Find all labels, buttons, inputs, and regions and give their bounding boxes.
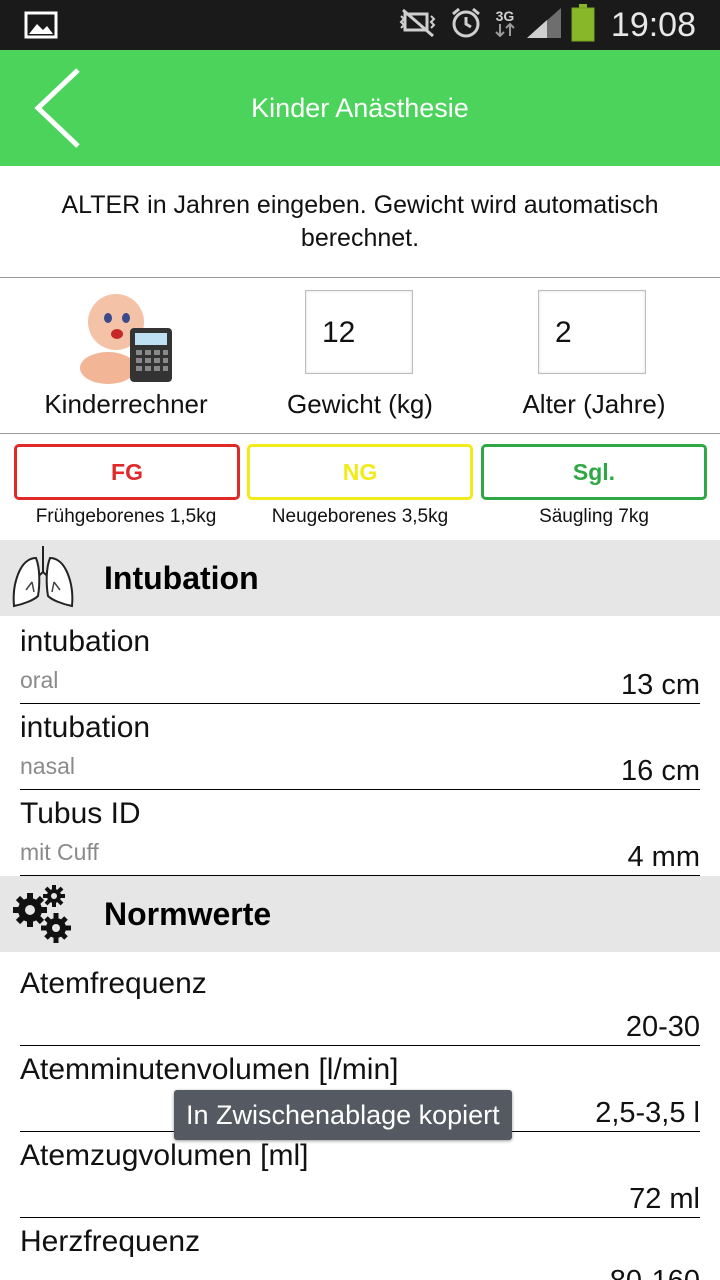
gallery-icon <box>24 11 58 44</box>
row-value: 16 cm <box>621 755 700 787</box>
instruction-text: ALTER in Jahren eingeben. Gewicht wird a… <box>0 166 720 278</box>
preset-fg-button[interactable]: FG <box>14 444 240 500</box>
signal-icon <box>526 7 561 43</box>
preset-ng-button[interactable]: NG <box>247 444 473 500</box>
list-item[interactable]: intubation oral 13 cm <box>20 617 700 704</box>
list-item[interactable]: Tubus ID mit Cuff 4 mm <box>20 789 700 876</box>
weight-column: 12 Gewicht (kg) <box>252 278 468 434</box>
app-bar: Kinder Anästhesie <box>0 50 720 166</box>
section-header-intubation: Intubation <box>0 540 720 616</box>
silent-icon <box>399 8 439 43</box>
row-value: 80-160 <box>610 1265 700 1280</box>
battery-icon <box>571 3 595 47</box>
calculator-label: Kinderrechner <box>44 389 208 419</box>
section-title-intubation: Intubation <box>104 560 259 596</box>
row-value: 72 ml <box>629 1183 700 1215</box>
weight-input[interactable]: 12 <box>305 290 413 374</box>
section-header-normwerte: Normwerte <box>0 876 720 952</box>
list-item[interactable]: intubation nasal 16 cm <box>20 703 700 790</box>
calculator-column[interactable]: Kinderrechner <box>0 278 252 434</box>
row-title: intubation <box>20 711 151 744</box>
list-item[interactable]: Atemfrequenz 20-30 <box>20 959 700 1046</box>
age-column: 2 Alter (Jahre) <box>468 278 720 434</box>
baby-calculator-icon[interactable] <box>78 288 174 384</box>
input-row: Kinderrechner 12 Gewicht (kg) 2 Alter (J… <box>0 278 720 434</box>
preset-sgl-label: Säugling 7kg <box>539 506 649 527</box>
preset-ng-label: Neugeborenes 3,5kg <box>271 506 449 527</box>
list-item[interactable]: Herzfrequenz 80-160 <box>20 1217 700 1280</box>
preset-buttons: FG Frühgeborenes 1,5kg NG Neugeborenes 3… <box>0 434 720 540</box>
row-value: 4 mm <box>627 841 701 873</box>
alarm-icon <box>449 6 483 45</box>
row-subtitle: nasal <box>20 753 75 779</box>
preset-fg-label: Frühgeborenes 1,5kg <box>35 506 217 527</box>
row-title: Tubus ID <box>20 797 141 830</box>
row-title: Herzfrequenz <box>20 1225 201 1258</box>
age-input[interactable]: 2 <box>538 290 646 374</box>
row-subtitle: mit Cuff <box>20 839 99 865</box>
section-title-normwerte: Normwerte <box>104 896 272 932</box>
clock: 19:08 <box>610 5 696 44</box>
lungs-icon <box>10 544 76 612</box>
row-value: 2,5-3,5 l <box>595 1097 700 1129</box>
network-3g-icon: 3G <box>493 9 517 42</box>
gears-icon <box>10 880 76 948</box>
row-title: Atemfrequenz <box>20 967 207 1000</box>
list-item[interactable]: Atemzugvolumen [ml] 72 ml <box>20 1131 700 1218</box>
row-value: 13 cm <box>621 669 700 701</box>
row-value: 20-30 <box>625 1011 700 1043</box>
toast-message: In Zwischenablage kopiert <box>174 1090 512 1140</box>
row-title: intubation <box>20 625 151 658</box>
age-label: Alter (Jahre) <box>522 389 666 419</box>
row-subtitle: oral <box>20 667 59 693</box>
weight-label: Gewicht (kg) <box>287 389 433 419</box>
preset-sgl-button[interactable]: Sgl. <box>481 444 707 500</box>
status-bar: 3G 19:08 <box>0 0 720 50</box>
row-title: Atemzugvolumen [ml] <box>20 1139 309 1172</box>
page-title: Kinder Anästhesie <box>251 92 469 123</box>
row-title: Atemminutenvolumen [l/min] <box>20 1053 399 1086</box>
